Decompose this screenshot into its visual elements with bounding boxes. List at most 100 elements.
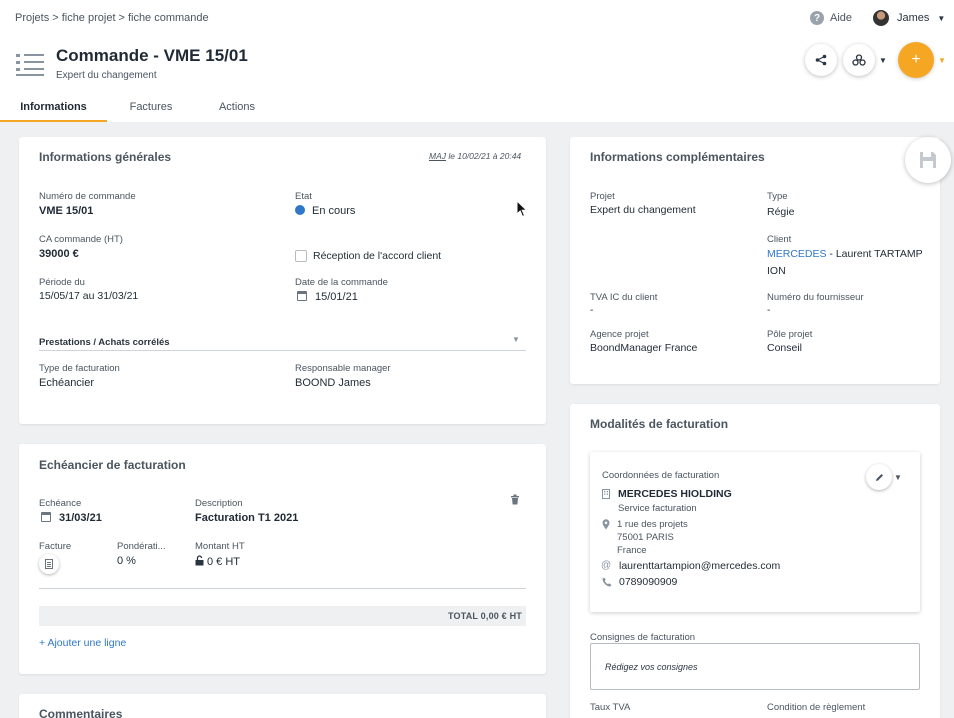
save-button[interactable] bbox=[905, 137, 951, 183]
invoice-label: Facture bbox=[39, 541, 72, 552]
tva-value: - bbox=[590, 305, 594, 316]
mouse-cursor-icon bbox=[516, 200, 528, 218]
supplier-label: Numéro du fournisseur bbox=[767, 292, 864, 303]
building-icon bbox=[602, 489, 610, 499]
phone-icon bbox=[602, 577, 612, 587]
add-line-button[interactable]: + Ajouter une ligne bbox=[39, 637, 126, 649]
coords-label: Coordonnées de facturation bbox=[602, 470, 720, 481]
billing-type-value: Echéancier bbox=[39, 377, 95, 389]
billing-service: Service facturation bbox=[618, 503, 697, 514]
list-icon bbox=[16, 52, 44, 76]
amount-text: 0 € HT bbox=[207, 556, 241, 568]
due-text: 31/03/21 bbox=[59, 512, 102, 524]
maj-prefix: MAJ bbox=[429, 151, 446, 161]
period-value: 15/05/17 au 31/03/21 bbox=[39, 290, 139, 302]
page-subtitle: Expert du changement bbox=[56, 70, 157, 81]
type-value: Régie bbox=[767, 206, 795, 218]
state-label: Etat bbox=[295, 191, 312, 202]
breadcrumb-separator: > bbox=[118, 12, 125, 24]
instructions-placeholder: Rédigez vos consignes bbox=[605, 662, 698, 672]
tva-label: TVA IC du client bbox=[590, 292, 658, 303]
breadcrumb-fiche-projet[interactable]: fiche projet bbox=[62, 12, 116, 24]
pole-value: Conseil bbox=[767, 342, 803, 354]
schedule-title: Echéancier de facturation bbox=[39, 458, 186, 472]
state-value[interactable]: En cours bbox=[295, 205, 355, 217]
instructions-label: Consignes de facturation bbox=[590, 632, 696, 643]
user-name: James bbox=[897, 12, 930, 24]
period-label: Période du bbox=[39, 277, 85, 288]
payment-condition-label: Condition de règlement bbox=[767, 702, 866, 713]
supplier-value: - bbox=[767, 305, 771, 316]
reception-checkbox[interactable] bbox=[295, 250, 307, 262]
billing-phone[interactable]: 0789090909 bbox=[619, 576, 677, 588]
question-icon: ? bbox=[810, 11, 824, 25]
divider bbox=[39, 350, 526, 351]
billing-email[interactable]: laurenttartampion@mercedes.com bbox=[619, 560, 780, 572]
instructions-textarea[interactable]: Rédigez vos consignes bbox=[590, 643, 920, 690]
maj-text: le 10/02/21 à 20:44 bbox=[446, 151, 522, 161]
breadcrumb: Projets > fiche projet > fiche commande bbox=[15, 12, 209, 24]
pencil-icon bbox=[875, 473, 883, 481]
tva-rate-label: Taux TVA bbox=[590, 702, 631, 713]
tabs: Informations Factures Actions bbox=[0, 96, 279, 122]
breadcrumb-projets[interactable]: Projets bbox=[15, 12, 49, 24]
complementary-title: Informations complémentaires bbox=[590, 150, 765, 164]
breadcrumb-current: fiche commande bbox=[127, 12, 209, 24]
top-bar: Projets > fiche projet > fiche commande … bbox=[0, 0, 954, 122]
share-icon bbox=[815, 54, 827, 66]
project-value: Expert du changement bbox=[590, 204, 696, 216]
ca-value: 39000 € bbox=[39, 248, 79, 260]
chevron-down-icon[interactable]: ▼ bbox=[512, 335, 520, 344]
user-menu[interactable]: James ▼ bbox=[873, 10, 945, 26]
due-label: Echéance bbox=[39, 498, 82, 509]
tab-informations[interactable]: Informations bbox=[0, 96, 107, 122]
manager-label: Responsable manager bbox=[295, 363, 391, 374]
caret-down-icon[interactable]: ▼ bbox=[879, 56, 887, 65]
breadcrumb-separator: > bbox=[52, 12, 59, 24]
order-date-label: Date de la commande bbox=[295, 277, 388, 288]
share-button[interactable] bbox=[805, 44, 837, 76]
status-dot-icon bbox=[295, 205, 305, 215]
state-text: En cours bbox=[312, 205, 356, 217]
type-label: Type bbox=[767, 191, 788, 202]
total-bar: TOTAL 0,00 € HT bbox=[39, 606, 526, 626]
general-info-title: Informations générales bbox=[39, 150, 172, 164]
tab-actions[interactable]: Actions bbox=[195, 96, 279, 122]
reception-label: Réception de l'accord client bbox=[313, 250, 442, 262]
manager-value: BOOND James bbox=[295, 377, 371, 389]
client-company-link[interactable]: MERCEDES bbox=[767, 248, 827, 260]
page-title: Commande - VME 15/01 bbox=[56, 46, 248, 65]
trash-icon[interactable] bbox=[510, 494, 520, 505]
order-date-value[interactable]: 15/01/21 bbox=[297, 291, 358, 303]
tools-button[interactable] bbox=[843, 44, 875, 76]
order-date-text: 15/01/21 bbox=[315, 291, 358, 303]
weight-value: 0 % bbox=[117, 555, 136, 567]
comments-title: Commentaires bbox=[39, 707, 123, 718]
divider bbox=[39, 588, 526, 589]
caret-down-icon[interactable]: ▼ bbox=[938, 56, 946, 65]
billing-company: MERCEDES HIOLDING bbox=[618, 488, 732, 500]
caret-down-icon[interactable]: ▼ bbox=[894, 473, 902, 482]
total-text: TOTAL 0,00 € HT bbox=[447, 611, 522, 621]
agency-value: BoondManager France bbox=[590, 342, 698, 354]
tools-icon bbox=[852, 54, 866, 66]
billing-address1: 1 rue des projets bbox=[617, 519, 688, 530]
document-icon bbox=[45, 559, 53, 569]
add-button[interactable]: + bbox=[898, 42, 934, 78]
general-info-card bbox=[19, 137, 546, 424]
client-contact[interactable]: - Laurent TARTAMP bbox=[827, 248, 922, 260]
tab-factures[interactable]: Factures bbox=[107, 96, 195, 122]
edit-button[interactable] bbox=[866, 464, 892, 490]
caret-down-icon: ▼ bbox=[937, 13, 946, 23]
billing-address2: 75001 PARIS bbox=[617, 532, 674, 543]
floppy-disk-icon bbox=[920, 152, 936, 168]
calendar-icon bbox=[297, 291, 307, 301]
billing-title: Modalités de facturation bbox=[590, 417, 729, 431]
client-value: MERCEDES - Laurent TARTAMP bbox=[767, 248, 923, 260]
invoice-button[interactable] bbox=[39, 554, 59, 574]
due-value[interactable]: 31/03/21 bbox=[41, 512, 102, 524]
avatar bbox=[873, 10, 889, 26]
unlock-icon bbox=[195, 555, 204, 566]
amount-value: 0 € HT bbox=[195, 555, 240, 568]
help-link[interactable]: ? Aide bbox=[810, 11, 852, 25]
